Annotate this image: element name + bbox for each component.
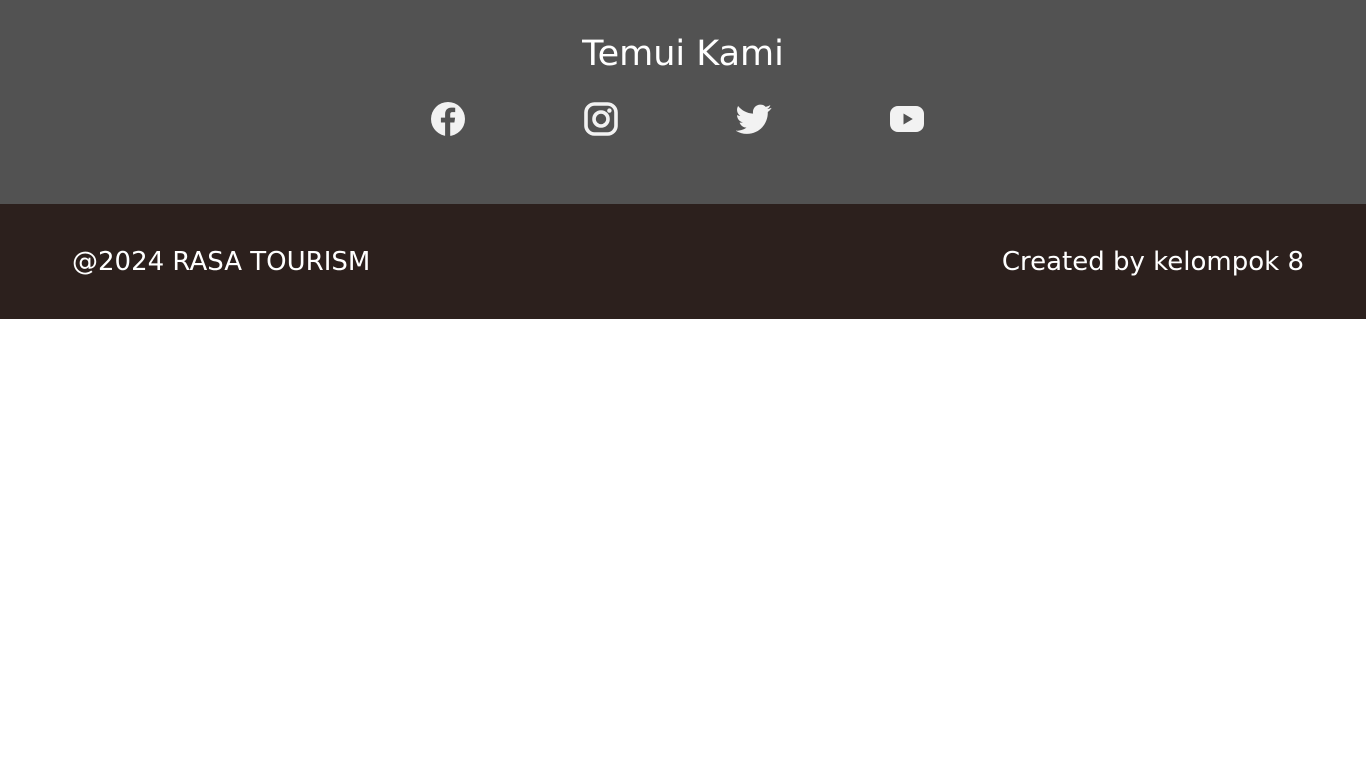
contact-title: Temui Kami <box>582 34 784 74</box>
copyright-text: @2024 RASA TOURISM <box>72 247 371 277</box>
facebook-icon <box>430 101 466 137</box>
blank-page-area <box>0 319 1366 768</box>
credits-text: Created by kelompok 8 <box>1001 247 1304 277</box>
facebook-link[interactable] <box>428 99 468 139</box>
instagram-link[interactable] <box>581 99 621 139</box>
youtube-link[interactable] <box>887 99 927 139</box>
youtube-icon <box>889 101 925 137</box>
twitter-icon <box>736 101 772 137</box>
twitter-link[interactable] <box>734 99 774 139</box>
contact-section: Temui Kami <box>0 0 1366 204</box>
instagram-icon <box>583 101 619 137</box>
